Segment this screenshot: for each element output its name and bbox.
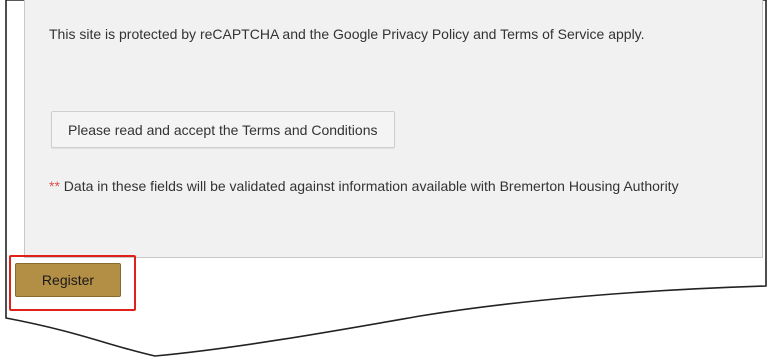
privacy-policy-link[interactable]: Privacy Policy bbox=[382, 26, 469, 42]
recaptcha-notice-middle: and bbox=[469, 26, 501, 42]
validation-note-text: Data in these fields will be validated a… bbox=[59, 178, 679, 194]
recaptcha-notice-suffix: apply. bbox=[604, 26, 645, 42]
required-marker: ** bbox=[49, 178, 60, 194]
register-button[interactable]: Register bbox=[15, 263, 121, 297]
validation-note: ** Data in these fields will be validate… bbox=[49, 174, 749, 199]
recaptcha-notice: This site is protected by reCAPTCHA and … bbox=[49, 22, 749, 46]
terms-of-service-link[interactable]: Terms of Service bbox=[500, 26, 604, 42]
terms-and-conditions-button[interactable]: Please read and accept the Terms and Con… bbox=[51, 111, 395, 148]
form-panel: This site is protected by reCAPTCHA and … bbox=[24, 0, 763, 258]
recaptcha-notice-prefix: This site is protected by reCAPTCHA and … bbox=[49, 26, 383, 42]
